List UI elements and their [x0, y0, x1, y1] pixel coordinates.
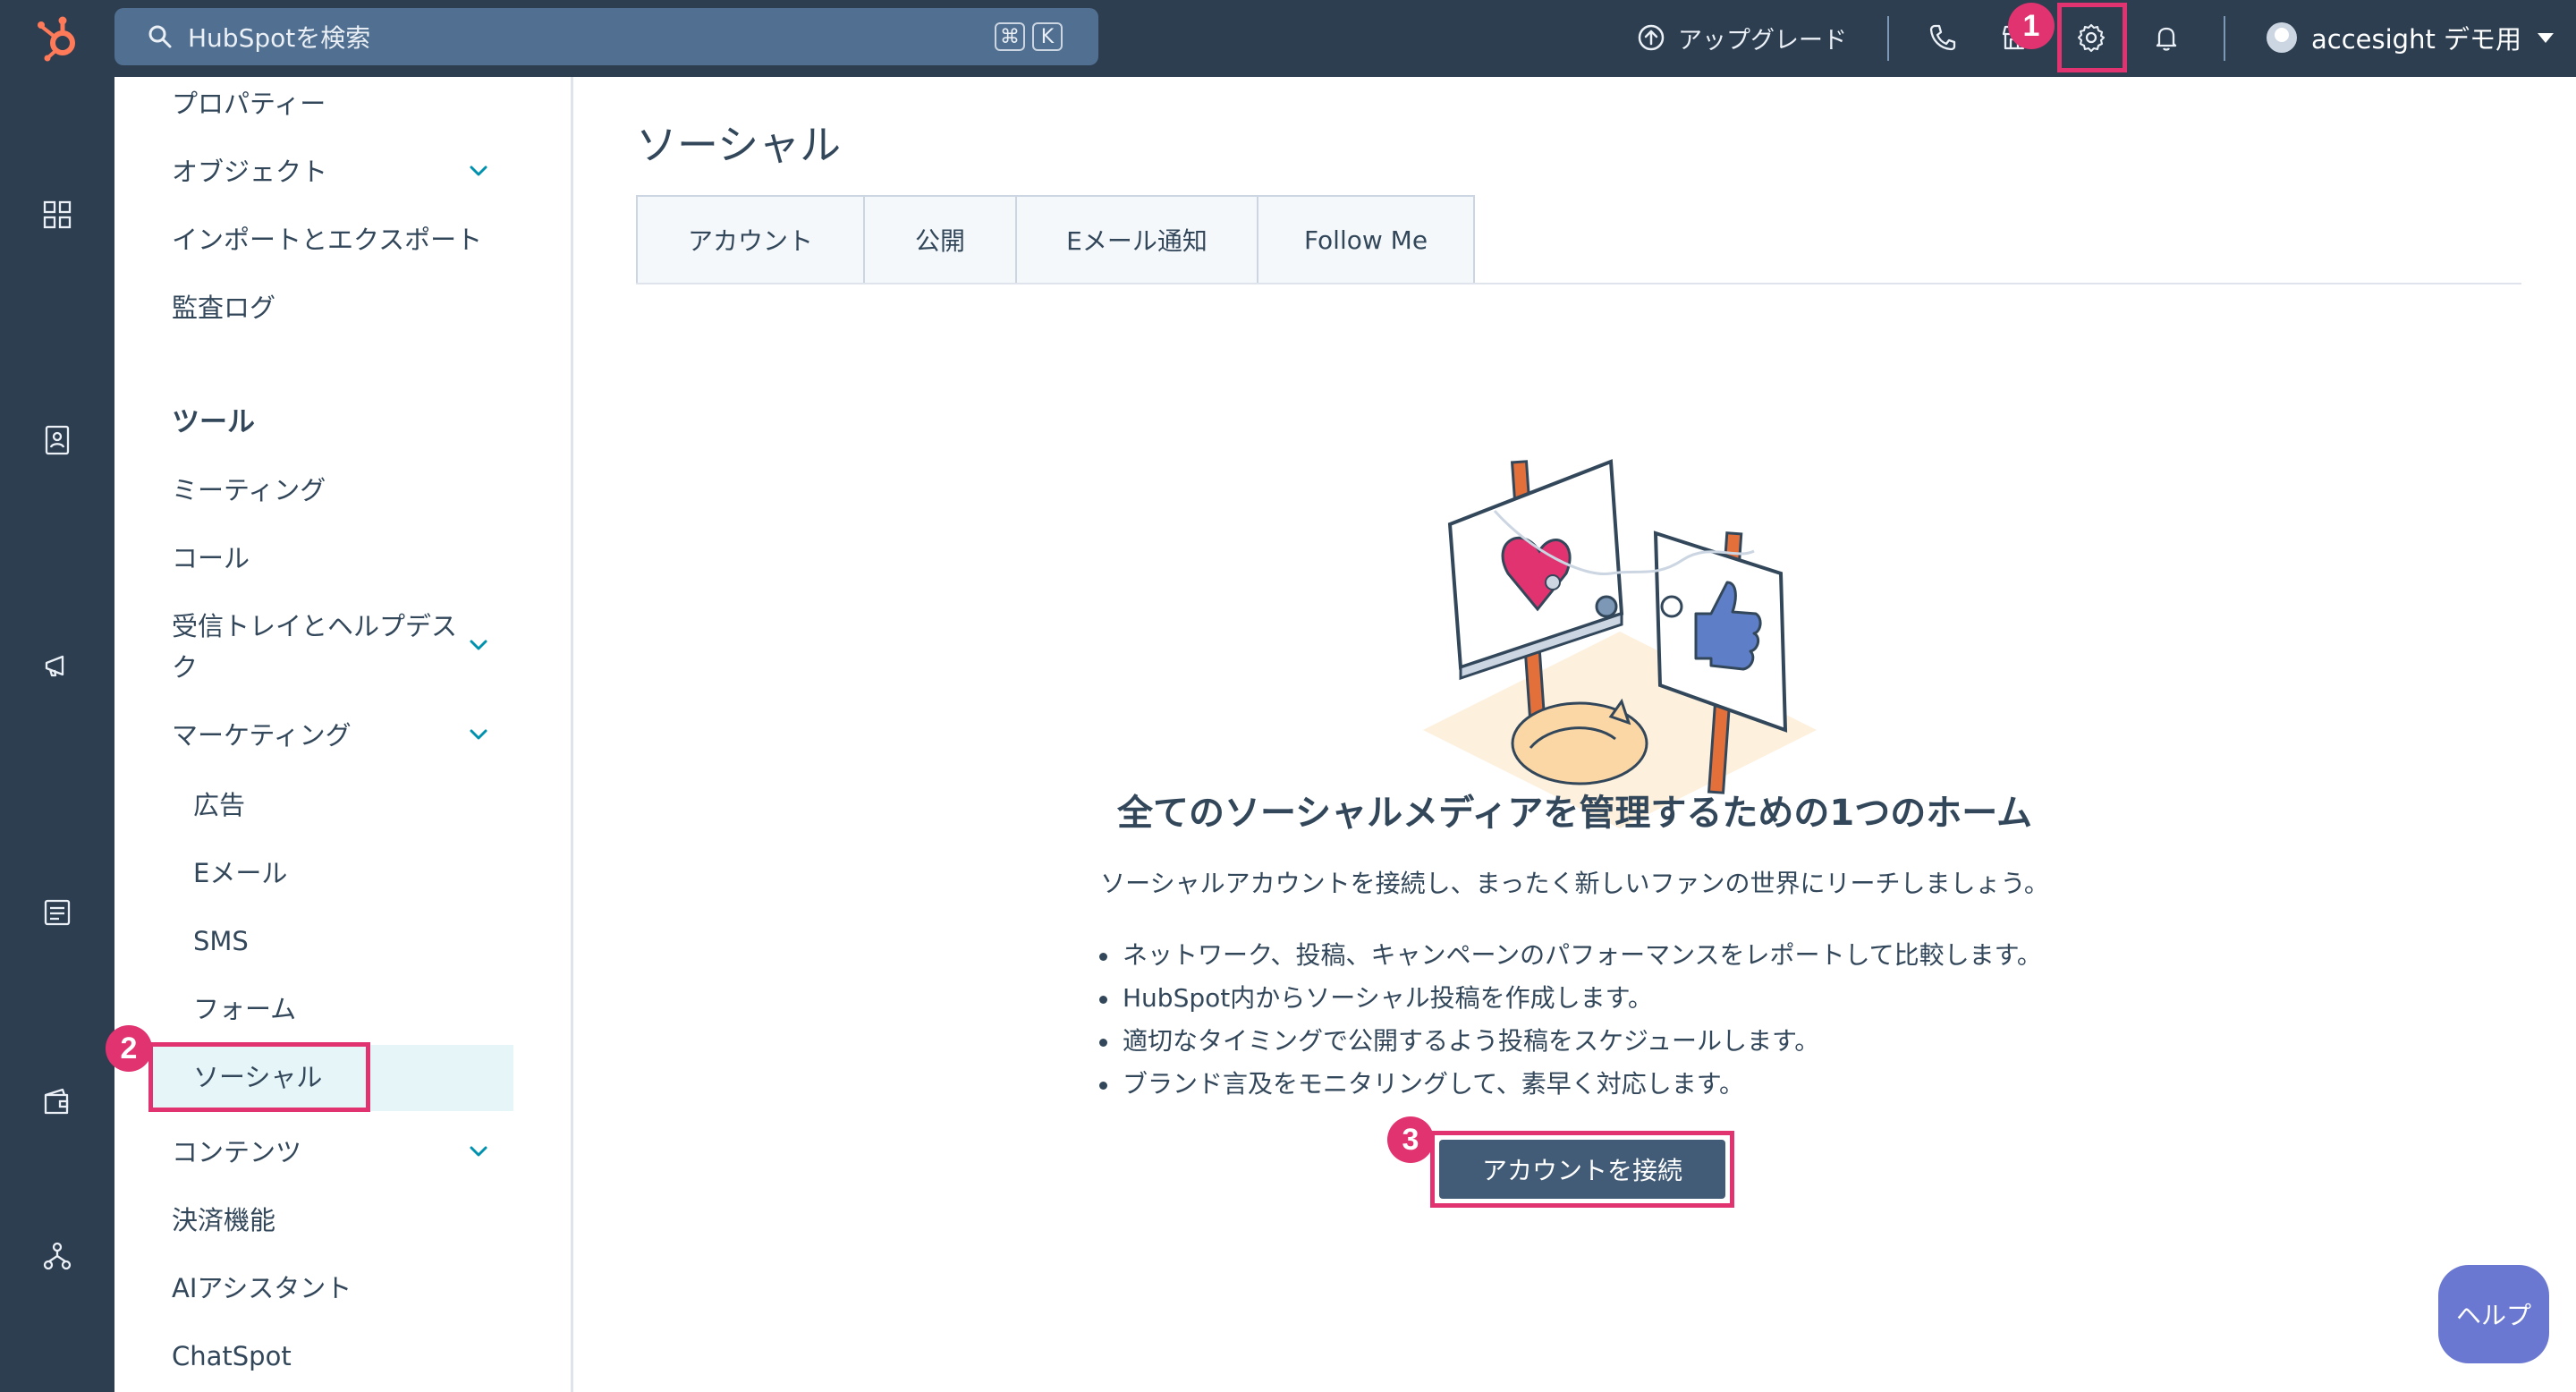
list-item: HubSpot内からソーシャル投稿を作成します。 — [1097, 977, 2042, 1020]
upgrade-label: アップグレード — [1678, 26, 1847, 55]
sidebar-item-calls[interactable]: コール — [172, 540, 250, 576]
chevron-down-icon[interactable] — [465, 632, 492, 658]
automation-icon[interactable] — [39, 1238, 75, 1274]
upgrade-arrow-icon — [1638, 24, 1665, 51]
tab-email-notifications[interactable]: Eメール通知 — [1015, 195, 1257, 284]
sidebar-item-audit-log[interactable]: 監査ログ — [172, 290, 275, 326]
grid-icon[interactable] — [39, 197, 75, 233]
shortcut-k-key: K — [1032, 22, 1063, 51]
step-badge-2: 2 — [106, 1025, 152, 1072]
sidebar-item-chatspot[interactable]: ChatSpot — [172, 1338, 292, 1374]
search-placeholder: HubSpotを検索 — [188, 23, 371, 53]
step-badge-3: 3 — [1387, 1116, 1434, 1163]
wallet-icon[interactable] — [39, 1084, 75, 1120]
sidebar-item-properties[interactable]: プロパティー — [172, 86, 326, 122]
sidebar-item-content[interactable]: コンテンツ — [172, 1134, 301, 1170]
account-menu[interactable]: accesight デモ用 — [2267, 18, 2555, 57]
divider — [1887, 16, 1889, 61]
sidebar-item-payments[interactable]: 決済機能 — [172, 1202, 275, 1238]
sidebar-item-meetings[interactable]: ミーティング — [172, 472, 326, 508]
main-content: ソーシャル アカウント 公開 Eメール通知 Follow Me 全てのソーシャル… — [573, 77, 2576, 1392]
account-name: accesight デモ用 — [2311, 24, 2522, 55]
sidebar-item-import-export[interactable]: インポートとエクスポート — [172, 222, 482, 258]
help-button[interactable]: ヘルプ — [2438, 1265, 2549, 1363]
social-highlight-box — [148, 1042, 370, 1112]
megaphone-icon[interactable] — [39, 648, 75, 683]
divider — [2224, 16, 2225, 61]
tab-bar: アカウント 公開 Eメール通知 Follow Me — [636, 195, 1475, 284]
chevron-down-icon[interactable] — [465, 721, 492, 748]
top-navigation-bar: HubSpotを検索 ⌘ K アップグレード 1 accesight デモ用 — [0, 0, 2576, 77]
sidebar-item-objects[interactable]: オブジェクト — [172, 154, 327, 190]
page-title: ソーシャル — [636, 121, 842, 169]
chevron-down-icon[interactable] — [465, 1138, 492, 1165]
tabs-divider — [636, 283, 2521, 284]
list-item: ブランド言及をモニタリングして、素早く対応します。 — [1097, 1063, 2042, 1106]
shortcut-cmd-key: ⌘ — [995, 22, 1025, 51]
tab-follow-me[interactable]: Follow Me — [1257, 195, 1475, 284]
list-item: ネットワーク、投稿、キャンペーンのパフォーマンスをレポートして比較します。 — [1097, 934, 2042, 977]
search-icon — [148, 25, 172, 48]
sidebar-item-ai-assistant[interactable]: AIアシスタント — [172, 1270, 352, 1306]
gear-highlight-box — [2057, 3, 2127, 72]
social-signs-illustration — [1423, 459, 1817, 828]
feature-bullet-list: ネットワーク、投稿、キャンペーンのパフォーマンスをレポートして比較します。 Hu… — [1097, 934, 2042, 1106]
caret-down-icon — [2538, 32, 2555, 43]
sidebar-item-ads[interactable]: 広告 — [193, 787, 245, 823]
sidebar-section-tools: ツール — [172, 406, 255, 438]
tab-publishing[interactable]: 公開 — [863, 195, 1015, 284]
chevron-down-icon[interactable] — [465, 157, 492, 184]
sidebar-item-marketing[interactable]: マーケティング — [172, 717, 352, 753]
sidebar-item-forms[interactable]: フォーム — [193, 991, 296, 1027]
list-item: 適切なタイミングで公開するよう投稿をスケジュールします。 — [1097, 1020, 2042, 1063]
content-icon[interactable] — [39, 895, 75, 930]
step-badge-1: 1 — [2008, 3, 2055, 49]
left-icon-rail — [0, 77, 114, 1392]
empty-state-headline: 全てのソーシャルメディアを管理するための1つのホーム — [1116, 793, 2033, 834]
sidebar-item-inbox-helpdesk[interactable]: 受信トレイとヘルプデス — [172, 608, 457, 644]
global-search-bar[interactable]: HubSpotを検索 ⌘ K — [114, 8, 1098, 65]
empty-state-subtext: ソーシャルアカウントを接続し、まったく新しいファンの世界にリーチしましょう。 — [1100, 869, 2049, 898]
sidebar-item-sms[interactable]: SMS — [193, 923, 249, 959]
hubspot-sprocket-icon[interactable] — [34, 13, 84, 63]
sidebar-item-email[interactable]: Eメール — [193, 855, 287, 891]
tab-accounts[interactable]: アカウント — [636, 195, 863, 284]
sidebar-item-inbox-helpdesk-wrap[interactable]: ク — [172, 649, 198, 685]
phone-icon[interactable] — [1927, 21, 1959, 54]
upgrade-button[interactable]: アップグレード — [1637, 18, 1847, 57]
settings-sidebar: プロパティー オブジェクト インポートとエクスポート 監査ログ ツール ミーティ… — [114, 77, 573, 1392]
contacts-icon[interactable] — [39, 422, 75, 458]
connect-highlight-box — [1430, 1131, 1734, 1208]
bell-icon[interactable] — [2150, 21, 2182, 54]
avatar — [2267, 22, 2297, 53]
